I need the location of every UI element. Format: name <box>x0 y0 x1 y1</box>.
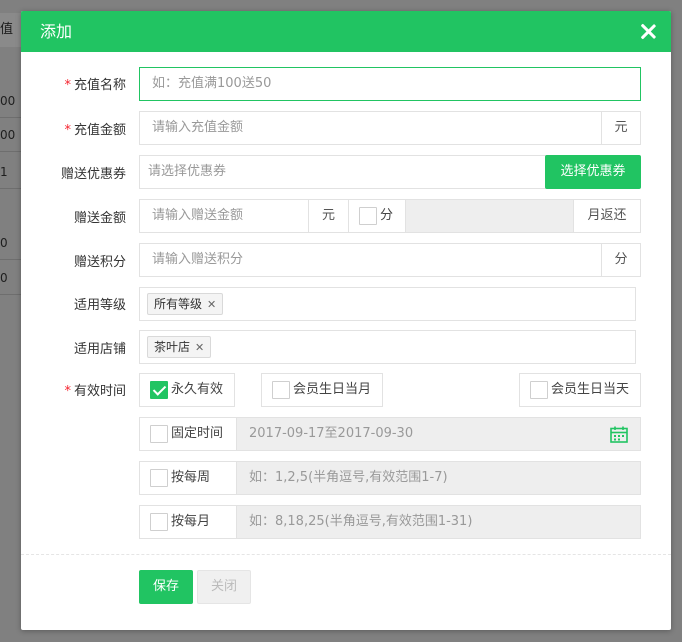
gift-monthly-unit: 月返还 <box>573 199 641 233</box>
name-label: * 充值名称 <box>64 78 126 93</box>
fixed-time-range-value: 2017-09-17至2017-09-30 <box>249 426 414 441</box>
checkbox-icon <box>272 381 290 399</box>
gift-amount-label: 赠送金额 <box>73 211 126 226</box>
amount-unit: 元 <box>601 111 641 145</box>
amount-label: * 充值金额 <box>64 123 126 138</box>
footer-divider <box>21 554 671 555</box>
weekly-input[interactable]: 如：1,2,5(半角逗号,有效范围1-7) <box>236 461 641 495</box>
fixed-time-checkbox[interactable]: 固定时间 <box>139 417 237 451</box>
checkbox-icon <box>530 381 548 399</box>
gift-split-checkbox[interactable]: 分 <box>348 199 406 233</box>
close-button[interactable]: 关闭 <box>197 570 251 604</box>
checkbox-icon <box>150 469 168 487</box>
gift-split-label: 分 <box>380 208 394 223</box>
close-icon[interactable] <box>640 23 657 40</box>
monthly-checkbox[interactable]: 按每月 <box>139 505 237 539</box>
add-dialog: 添加 * 充值名称 如：充值满100送50 * 充值金额 请输入充值金额 元 赠送优… <box>21 11 671 630</box>
weekly-checkbox[interactable]: 按每周 <box>139 461 237 495</box>
monthly-label: 按每月 <box>171 514 211 529</box>
points-input[interactable]: 请输入赠送积分 <box>139 243 603 277</box>
birthday-day-checkbox[interactable]: 会员生日当天 <box>519 373 641 407</box>
birthday-month-checkbox[interactable]: 会员生日当月 <box>261 373 383 407</box>
remove-tag-icon[interactable]: ✕ <box>207 298 216 311</box>
calendar-icon[interactable] <box>610 426 628 443</box>
fixed-time-label: 固定时间 <box>171 426 224 441</box>
weekly-label: 按每周 <box>171 470 211 485</box>
checkbox-icon <box>150 425 168 443</box>
store-select[interactable]: 茶叶店 ✕ <box>139 330 636 364</box>
permanent-checkbox[interactable]: 永久有效 <box>139 373 235 407</box>
remove-tag-icon[interactable]: ✕ <box>195 341 204 354</box>
points-label: 赠送积分 <box>73 255 126 270</box>
points-unit: 分 <box>601 243 641 277</box>
monthly-input[interactable]: 如：8,18,25(半角逗号,有效范围1-31) <box>236 505 641 539</box>
gift-months-input[interactable] <box>405 199 575 233</box>
fixed-time-range-input[interactable]: 2017-09-17至2017-09-30 <box>236 417 641 451</box>
gift-amount-unit: 元 <box>308 199 349 233</box>
dialog-header: 添加 <box>21 11 671 52</box>
birthday-day-label: 会员生日当天 <box>551 382 630 397</box>
checkbox-checked-icon <box>150 381 168 399</box>
amount-input[interactable]: 请输入充值金额 <box>139 111 603 145</box>
dialog-title: 添加 <box>40 22 73 41</box>
validity-label: * 有效时间 <box>64 384 126 399</box>
checkbox-icon <box>359 207 377 225</box>
gift-amount-input[interactable]: 请输入赠送金额 <box>139 199 309 233</box>
coupon-label: 赠送优惠券 <box>60 167 126 182</box>
level-tag: 所有等级 ✕ <box>147 293 224 315</box>
coupon-input[interactable]: 请选择优惠券 <box>139 155 549 189</box>
birthday-month-label: 会员生日当月 <box>293 382 372 397</box>
level-label: 适用等级 <box>73 298 126 313</box>
store-tag: 茶叶店 ✕ <box>147 336 212 358</box>
select-coupon-button[interactable]: 选择优惠券 <box>545 155 641 189</box>
save-button[interactable]: 保存 <box>139 570 193 604</box>
permanent-label: 永久有效 <box>171 382 224 397</box>
store-label: 适用店铺 <box>73 342 126 357</box>
level-select[interactable]: 所有等级 ✕ <box>139 287 636 321</box>
checkbox-icon <box>150 513 168 531</box>
name-input[interactable]: 如：充值满100送50 <box>139 67 641 101</box>
